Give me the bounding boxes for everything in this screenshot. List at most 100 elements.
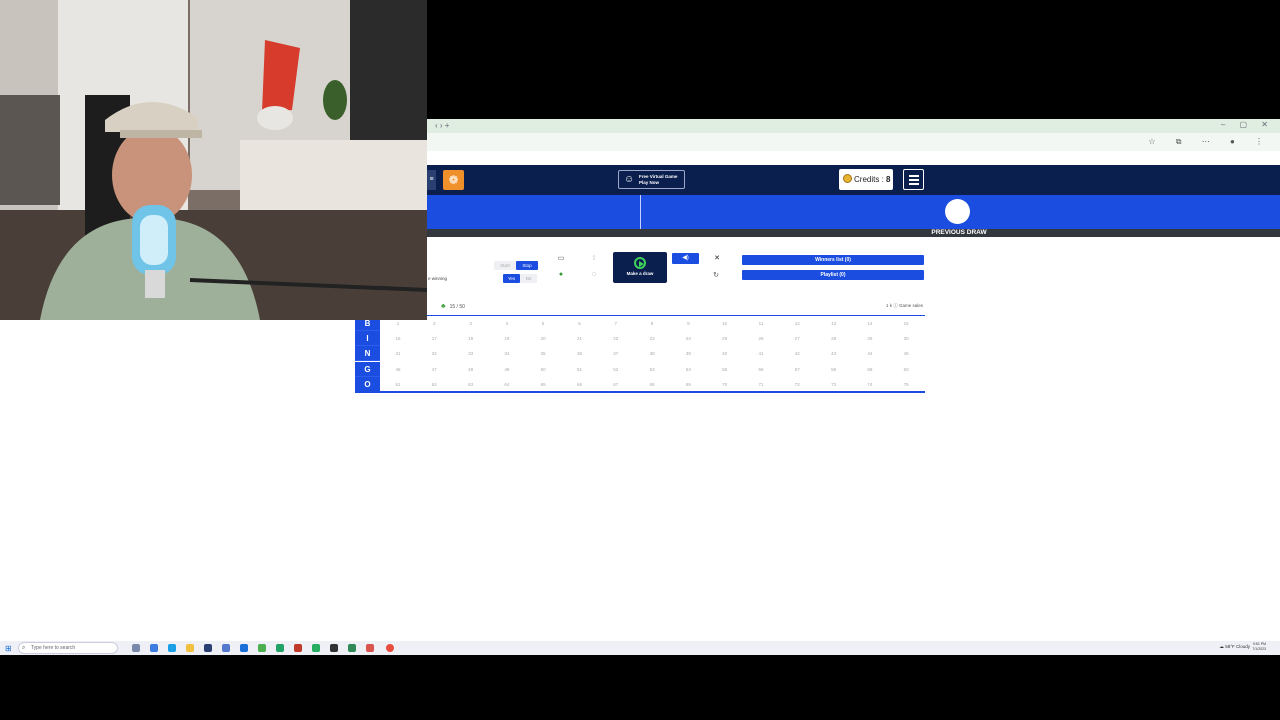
- credits-badge[interactable]: Credits : 8: [839, 169, 893, 190]
- board-letter: I: [355, 331, 380, 347]
- app-icon-5[interactable]: [294, 644, 302, 652]
- board-number-cell: 20: [540, 336, 546, 342]
- playlist-button[interactable]: Playlist (0): [742, 270, 924, 280]
- app-icon-6[interactable]: [312, 644, 320, 652]
- board-number-cell: 10: [722, 321, 728, 326]
- board-number-cell: 55: [722, 366, 728, 372]
- board-number-cell: 56: [758, 366, 764, 372]
- board-number-cell: 28: [831, 336, 837, 342]
- coin-icon: [843, 174, 852, 183]
- app-icon-3[interactable]: [222, 644, 230, 652]
- app-icon-9[interactable]: [366, 644, 374, 652]
- search-icon: ⌕: [22, 645, 26, 651]
- windows-start-icon[interactable]: ⊞: [5, 644, 12, 653]
- make-a-draw-button[interactable]: Make a draw: [613, 252, 667, 283]
- board-number-cell: 14: [867, 321, 873, 326]
- board-number-cell: 4: [505, 321, 509, 326]
- board-right-label: Game sales: [898, 303, 923, 308]
- board-number-cell: 65: [540, 381, 546, 387]
- board-number-cell: 53: [649, 366, 655, 372]
- board-number-cell: 57: [794, 366, 800, 372]
- stop-toggle[interactable]: Stop: [516, 261, 538, 270]
- board-bottom-border: [355, 391, 925, 393]
- taskbar-search-placeholder: Type here to search: [31, 645, 76, 651]
- board-number-cell: 33: [468, 351, 474, 357]
- board-letter: N: [355, 346, 380, 362]
- upload-icon[interactable]: ⇧: [589, 254, 599, 262]
- file-explorer-icon[interactable]: [186, 644, 194, 652]
- board-number-cell: 75: [903, 381, 909, 387]
- system-tray[interactable]: ☁ 58°F Cloudy: [1219, 644, 1250, 650]
- board-row-n: N 31 32 33 34 35 36 37 38 39 40 41 42 43 44 45: [355, 346, 925, 362]
- windows-taskbar: ⊞ ⌕ Type here to search ☁ 58°F Cloudy 9:5…: [0, 641, 1280, 655]
- excel-icon[interactable]: [276, 644, 284, 652]
- board-number-cell: 35: [540, 351, 546, 357]
- taskbar-clock[interactable]: 9:51 PM 7/1/2023: [1252, 642, 1266, 652]
- webcam-overlay: [0, 0, 427, 320]
- board-number-cell: 46: [395, 366, 401, 372]
- board-number-cell: 21: [576, 336, 582, 342]
- board-number-cell: 22: [613, 336, 619, 342]
- winners-list-button[interactable]: Winners list (0): [742, 255, 924, 265]
- edge-icon[interactable]: [168, 644, 176, 652]
- board-number-cell: 36: [576, 351, 582, 357]
- browser-tab-bar: ‹ › + – ▢ ✕: [427, 119, 1280, 133]
- yes-toggle[interactable]: Yes: [503, 274, 520, 283]
- board-number-cell: 31: [395, 351, 401, 357]
- board-number-cell: 60: [903, 366, 909, 372]
- sound-button[interactable]: ◀): [672, 253, 699, 264]
- taskbar-search-input[interactable]: ⌕ Type here to search: [18, 642, 118, 654]
- start-toggle[interactable]: Start: [494, 261, 516, 270]
- app-icon-1[interactable]: [150, 644, 158, 652]
- browser-toolbar-icons[interactable]: ☆ ⧉ ⋯ ● ⋮: [1148, 137, 1272, 147]
- chat-icon[interactable]: ◌: [589, 271, 599, 278]
- no-toggle[interactable]: No: [520, 274, 537, 283]
- board-number-cell: 23: [649, 336, 655, 342]
- app-icon-4[interactable]: [240, 644, 248, 652]
- browser-nav-controls[interactable]: ‹ › +: [435, 121, 449, 130]
- free-game-line2: Play Now: [639, 180, 660, 185]
- chrome-active-icon[interactable]: [386, 644, 394, 652]
- board-number-cell: 49: [504, 366, 510, 372]
- board-number-cell: 48: [468, 366, 474, 372]
- board-number-cell: 70: [722, 381, 728, 387]
- free-virtual-game-button[interactable]: ☺ Free Virtual Game Play Now: [618, 170, 685, 189]
- app-icon-2[interactable]: [204, 644, 212, 652]
- letterbox-bottom: [0, 655, 1280, 720]
- board-number-cell: 63: [468, 381, 474, 387]
- board-number-cell: 13: [831, 321, 837, 326]
- board-number-cell: 45: [903, 351, 909, 357]
- app-icon-7[interactable]: [330, 644, 338, 652]
- board-number-cell: 40: [722, 351, 728, 357]
- lock-icon[interactable]: ●: [556, 271, 566, 278]
- window-controls[interactable]: – ▢ ✕: [1221, 120, 1274, 129]
- monitor-icon[interactable]: ▭: [556, 254, 566, 262]
- board-row-b: B 1 2 3 4 5 6 7 8 9 10 11 12 13 14 15: [355, 316, 925, 331]
- app-icon-8[interactable]: [348, 644, 356, 652]
- credits-label: Credits :: [854, 175, 887, 184]
- board-number-cell: 18: [468, 336, 474, 342]
- board-number-cell: 24: [685, 336, 691, 342]
- browser-address-bar[interactable]: ☆ ⧉ ⋯ ● ⋮: [427, 133, 1280, 151]
- previous-draw-ball: [945, 199, 970, 224]
- board-number-cell: 17: [431, 336, 437, 342]
- board-number-cell: 68: [649, 381, 655, 387]
- bingo-board: ♣ 15 / 50 1 k ⓘ Game sales B 1 2 3 4 5 6 7 8 9 10 11…: [355, 303, 925, 393]
- page-top-spacer: [427, 151, 1280, 165]
- speaker-icon: ◀): [682, 255, 689, 261]
- close-icon[interactable]: ✕: [712, 254, 722, 262]
- refresh-icon[interactable]: ↻: [711, 271, 721, 279]
- chrome-icon[interactable]: [258, 644, 266, 652]
- board-number-cell: 42: [794, 351, 800, 357]
- info-icon: ⓘ: [893, 303, 898, 308]
- board-number-cell: 27: [794, 336, 800, 342]
- logo-icon[interactable]: ❁: [443, 170, 464, 190]
- board-number-cell: 26: [758, 336, 764, 342]
- board-number-cell: 71: [758, 381, 764, 387]
- task-view-icon[interactable]: [132, 644, 140, 652]
- board-number-cell: 38: [649, 351, 655, 357]
- hamburger-menu-icon[interactable]: [903, 169, 924, 190]
- board-number-cell: 29: [867, 336, 873, 342]
- nav-menu-edge-icon[interactable]: ≡: [427, 170, 436, 190]
- board-number-cell: 43: [831, 351, 837, 357]
